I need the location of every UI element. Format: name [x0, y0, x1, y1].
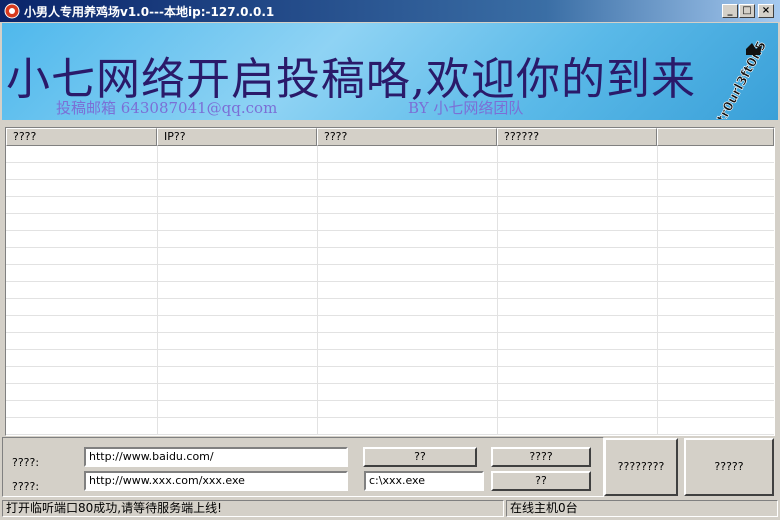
column-header[interactable]	[657, 128, 774, 146]
save-path-field[interactable]: c:\xxx.exe	[364, 471, 484, 491]
grid-line	[497, 146, 498, 435]
banner-email: 投稿邮箱 643087041@qq.com	[56, 99, 278, 117]
download-url-field[interactable]: http://www.xxx.com/xxx.exe	[84, 471, 348, 491]
grid-line	[657, 146, 658, 435]
big-action-button-2[interactable]: ?????	[684, 438, 774, 496]
column-header[interactable]: ??????	[497, 128, 657, 146]
download-label: ????:	[12, 480, 40, 493]
list-body[interactable]	[6, 146, 774, 435]
list-header: ???? IP?? ???? ??????	[6, 128, 774, 146]
url-label: ????:	[12, 456, 40, 469]
banner-logo-icon: tr0url3ft0n5	[714, 39, 770, 119]
banner-team: BY 小七网络团队	[408, 99, 524, 117]
download-run-button[interactable]: ??	[491, 471, 591, 491]
window-title: 小男人专用养鸡场v1.0---本地ip:-127.0.0.1	[24, 5, 275, 19]
status-message: 打开临听端口80成功,请等待服务端上线!	[2, 500, 504, 517]
online-count: 在线主机0台	[506, 500, 778, 517]
big-action-button-1[interactable]: ????????	[604, 438, 678, 496]
host-list[interactable]: ???? IP?? ???? ??????	[5, 127, 775, 436]
app-icon	[4, 3, 20, 19]
close-button[interactable]: ×	[758, 4, 774, 18]
url-field[interactable]: http://www.baidu.com/	[84, 447, 348, 467]
column-header[interactable]: ????	[317, 128, 497, 146]
status-bar: 打开临听端口80成功,请等待服务端上线! 在线主机0台	[0, 498, 780, 520]
column-header[interactable]: ????	[6, 128, 157, 146]
grid-line	[317, 146, 318, 435]
open-url-button[interactable]: ??	[363, 447, 477, 467]
minimize-button[interactable]: _	[722, 4, 738, 18]
grid-line	[157, 146, 158, 435]
column-header-ip[interactable]: IP??	[157, 128, 317, 146]
svg-text:tr0url3ft0n5: tr0url3ft0n5	[714, 39, 770, 119]
title-bar[interactable]: 小男人专用养鸡场v1.0---本地ip:-127.0.0.1 _ □ ×	[0, 0, 780, 22]
action-button-top[interactable]: ????	[491, 447, 591, 467]
maximize-button[interactable]: □	[739, 4, 755, 18]
banner: 小七网络开启投稿咯,欢迎你的到来 投稿邮箱 643087041@qq.com B…	[2, 23, 778, 120]
